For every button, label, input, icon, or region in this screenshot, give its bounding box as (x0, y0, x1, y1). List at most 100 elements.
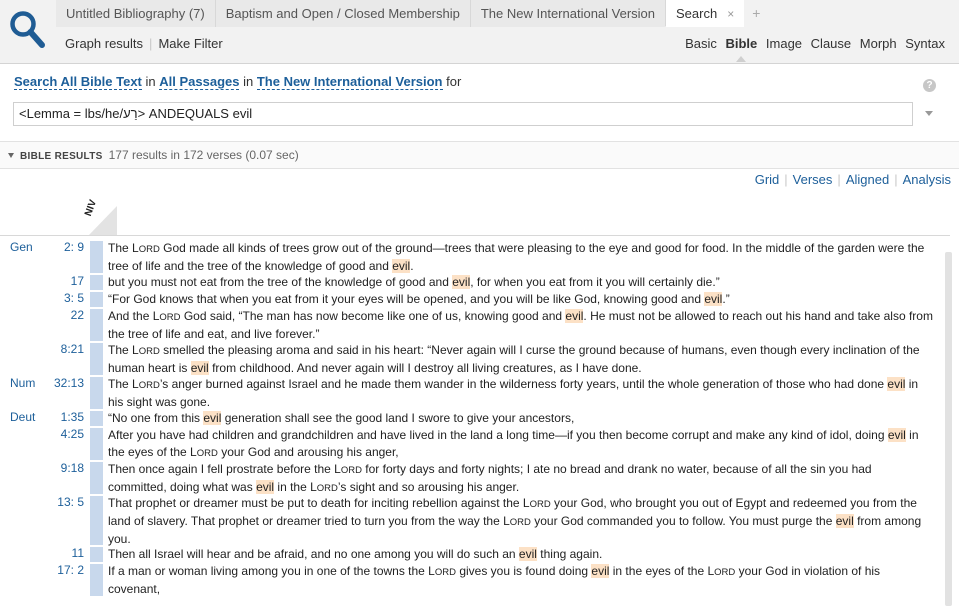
verse-text[interactable]: If a man or woman living among you in on… (108, 563, 943, 598)
tab-untitled-bibliography[interactable]: Untitled Bibliography (7) (56, 0, 215, 27)
verse-row[interactable]: 4:25 After you have had children and gran… (0, 427, 943, 461)
verse-row[interactable]: Deut 1:35 “No one from this evil generatio… (0, 410, 943, 427)
search-hit: evil (704, 292, 723, 306)
graph-results-button[interactable]: Graph results (65, 36, 143, 51)
mode-clause[interactable]: Clause (811, 36, 851, 51)
search-scope-link[interactable]: Search All Bible Text (14, 74, 142, 90)
verse-segment: in (905, 428, 919, 442)
results-count: 177 results in 172 verses (0.07 sec) (108, 148, 299, 162)
verse-row[interactable]: 13: 5 That prophet or dreamer must be put… (0, 495, 943, 546)
result-highlight-cell (90, 343, 103, 375)
search-hit: evil (835, 514, 854, 528)
verse-reference[interactable]: 32:13 (44, 376, 84, 390)
verse-segment: covenant, (108, 582, 161, 596)
verse-text[interactable]: The LORD’s anger burned against Israel a… (108, 376, 943, 411)
verse-segment: in (905, 377, 919, 391)
small-caps-text: ORD (316, 483, 338, 494)
verse-segment: That prophet or dreamer must be put to d… (108, 496, 530, 510)
verse-reference[interactable]: 2: 9 (44, 240, 84, 254)
verse-segment: from among (853, 514, 922, 528)
verse-line: land of slavery. That prophet or dreamer… (108, 513, 943, 531)
verse-row[interactable]: 17: 2 If a man or woman living among you … (0, 563, 943, 597)
verse-text[interactable]: “No one from this evil generation shall … (108, 410, 943, 427)
mode-bible[interactable]: Bible (725, 36, 757, 51)
small-caps-text: ORD (340, 465, 362, 476)
collapse-triangle-icon[interactable] (8, 153, 14, 158)
passages-link[interactable]: All Passages (159, 74, 240, 90)
view-grid[interactable]: Grid (755, 172, 780, 187)
verse-segment: God made all kinds of trees grow out of … (159, 241, 925, 255)
view-aligned[interactable]: Aligned (846, 172, 889, 187)
verse-reference[interactable]: 17: 2 (44, 563, 84, 577)
verse-text[interactable]: “For God knows that when you eat from it… (108, 291, 943, 308)
tab-search[interactable]: Search × (665, 0, 745, 27)
verse-line: the tree of life and eat, and live forev… (108, 326, 943, 343)
mode-basic[interactable]: Basic (685, 36, 717, 51)
tab-label: Baptism and Open / Closed Membership (225, 6, 460, 21)
search-hit: evil (887, 377, 906, 391)
verse-segment: his sight was gone. (108, 395, 211, 409)
verse-segment: your God and arousing his anger, (217, 445, 399, 459)
tab-niv[interactable]: The New International Version (469, 0, 666, 27)
verse-line: The LORD smelled the pleasing aroma and … (108, 342, 943, 360)
tab-baptism[interactable]: Baptism and Open / Closed Membership (214, 0, 470, 27)
verse-text[interactable]: Then once again I fell prostrate before … (108, 461, 943, 497)
view-verses[interactable]: Verses (793, 172, 833, 187)
view-analysis[interactable]: Analysis (903, 172, 951, 187)
verse-row[interactable]: Gen 2: 9 The LORD God made all kinds of tr… (0, 240, 943, 274)
help-icon[interactable]: ? (923, 79, 936, 92)
verse-segment: . He must not be allowed to reach out hi… (583, 309, 933, 323)
verse-row[interactable]: 22 And the LORD God said, “The man has no… (0, 308, 943, 342)
mode-morph[interactable]: Morph (860, 36, 897, 51)
verse-text[interactable]: The LORD smelled the pleasing aroma and … (108, 342, 943, 377)
verse-row[interactable]: 17 but you must not eat from the tree of … (0, 274, 943, 291)
verse-reference[interactable]: 4:25 (44, 427, 84, 441)
verse-reference[interactable]: 22 (44, 308, 84, 322)
verse-reference[interactable]: 1:35 (44, 410, 84, 424)
small-caps-text: ORD (529, 499, 551, 510)
verse-segment: human heart is (108, 361, 191, 375)
results-list: Gen 2: 9 The LORD God made all kinds of tr… (0, 236, 943, 606)
verse-segment: generation shall see the good land I swo… (221, 411, 575, 425)
verse-text[interactable]: Then all Israel will hear and be afraid,… (108, 546, 943, 563)
verse-reference[interactable]: 11 (44, 546, 84, 560)
version-link[interactable]: The New International Version (256, 74, 443, 90)
query-text: in (243, 74, 254, 89)
vertical-scrollbar[interactable] (945, 252, 952, 606)
mode-syntax[interactable]: Syntax (905, 36, 945, 51)
result-highlight-cell (90, 564, 103, 596)
query-text: for (446, 74, 462, 89)
result-highlight-cell (90, 275, 103, 290)
verse-text[interactable]: but you must not eat from the tree of th… (108, 274, 943, 291)
bible-results-header[interactable]: BIBLE RESULTS 177 results in 172 verses (… (0, 141, 959, 169)
verse-reference[interactable]: 3: 5 (44, 291, 84, 305)
verse-text[interactable]: And the LORD God said, “The man has now … (108, 308, 943, 343)
close-icon[interactable]: × (727, 7, 734, 21)
verse-row[interactable]: 3: 5 “For God knows that when you eat fro… (0, 291, 943, 308)
verse-reference[interactable]: 9:18 (44, 461, 84, 475)
chevron-down-icon[interactable] (925, 111, 933, 116)
verse-text[interactable]: That prophet or dreamer must be put to d… (108, 495, 943, 548)
add-tab-icon[interactable]: + (744, 0, 768, 27)
verse-reference[interactable]: 17 (44, 274, 84, 288)
search-input[interactable]: <Lemma = lbs/he/רַע> ANDEQUALS evil (13, 102, 913, 126)
make-filter-button[interactable]: Make Filter (158, 36, 222, 51)
verse-row[interactable]: 8:21 The LORD smelled the pleasing aroma … (0, 342, 943, 376)
verse-row[interactable]: Num 32:13 The LORD’s anger burned against … (0, 376, 943, 410)
verse-reference[interactable]: 8:21 (44, 342, 84, 356)
verse-row[interactable]: 11 Then all Israel will hear and be afrai… (0, 546, 943, 563)
verse-segment: Then once again I fell prostrate before … (108, 462, 341, 476)
verse-segment: If a man or woman living among you in on… (108, 564, 435, 578)
search-hit: evil (887, 428, 906, 442)
verse-reference[interactable]: 13: 5 (44, 495, 84, 509)
verse-row[interactable]: 9:18 Then once again I fell prostrate bef… (0, 461, 943, 495)
result-highlight-cell (90, 309, 103, 341)
verse-text[interactable]: After you have had children and grandchi… (108, 427, 943, 462)
verse-line: Then all Israel will hear and be afraid,… (108, 546, 943, 563)
mode-image[interactable]: Image (766, 36, 802, 51)
verse-segment: , for when you eat from it you will cert… (470, 275, 720, 289)
verse-segment: The L (108, 241, 139, 255)
verse-text[interactable]: The LORD God made all kinds of trees gro… (108, 240, 943, 275)
result-highlight-cell (90, 377, 103, 409)
search-magnifier-icon[interactable] (8, 8, 48, 52)
